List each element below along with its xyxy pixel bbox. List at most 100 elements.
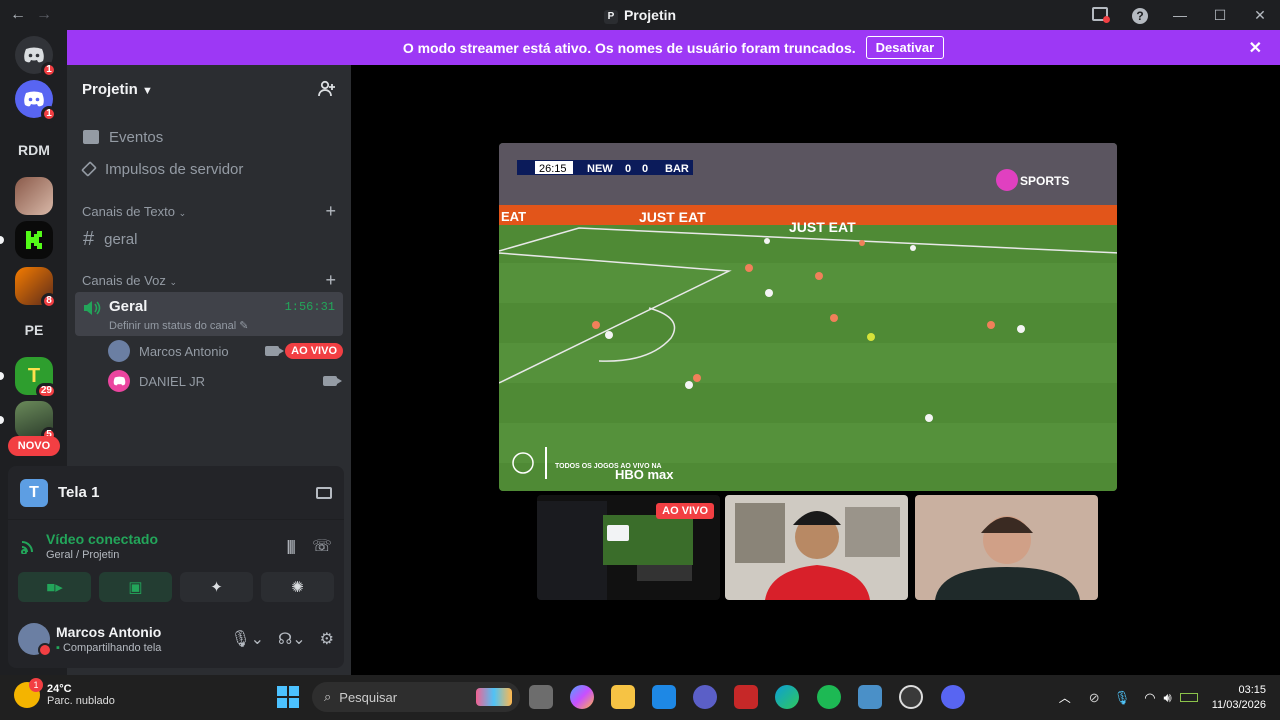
noise-suppression-icon[interactable]: |||| bbox=[286, 538, 295, 555]
server-icon-discord[interactable]: 1 bbox=[15, 80, 57, 122]
voice-user-marcos[interactable]: Marcos Antonio AO VIVO bbox=[67, 336, 351, 366]
close-icon[interactable]: ✕ bbox=[1249, 38, 1262, 58]
football-broadcast-image: JUST EAT JUST EAT EAT 26:15 NEW 0 0 BAR … bbox=[499, 143, 1117, 491]
chevron-down-icon: ⌄ bbox=[178, 207, 187, 218]
start-button[interactable] bbox=[276, 685, 300, 709]
voice-channel-geral[interactable]: Geral 1:56:31 Definir um status do canal… bbox=[75, 292, 343, 336]
voice-user-daniel[interactable]: DANIEL JR bbox=[67, 366, 351, 396]
file-explorer-icon[interactable] bbox=[611, 685, 635, 709]
screen-share-button[interactable]: ▣ bbox=[99, 572, 172, 602]
server-icon-game[interactable]: 8 bbox=[15, 267, 57, 309]
home-team: NEW bbox=[587, 163, 613, 175]
chrome-icon[interactable] bbox=[899, 685, 923, 709]
voice-user-name: DANIEL JR bbox=[139, 373, 205, 389]
voice-channels-category[interactable]: Canais de Voz ⌄ + bbox=[67, 268, 351, 292]
mcafee-icon[interactable] bbox=[734, 685, 758, 709]
connection-channel: Geral / Projetin bbox=[46, 549, 120, 561]
channel-geral[interactable]: # geral bbox=[67, 223, 351, 255]
task-view-icon[interactable] bbox=[529, 685, 553, 709]
maximize-button[interactable]: ☐ bbox=[1200, 7, 1240, 24]
kick-logo-icon bbox=[26, 231, 42, 249]
streamer-mode-banner: O modo streamer está ativo. Os nomes de … bbox=[67, 30, 1280, 65]
battery-icon[interactable] bbox=[1179, 693, 1198, 702]
voice-timer: 1:56:31 bbox=[284, 300, 335, 314]
screen-share-stream[interactable]: JUST EAT JUST EAT EAT 26:15 NEW 0 0 BAR … bbox=[499, 143, 1117, 491]
chevron-up-icon[interactable]: ︿ bbox=[1059, 689, 1071, 706]
title-bar: ← → P Projetin ? — ☐ ✕ bbox=[0, 0, 1280, 30]
volume-icon[interactable]: 🔊︎ bbox=[1164, 690, 1172, 706]
server-icon-photo[interactable] bbox=[15, 177, 53, 215]
camera-icon bbox=[323, 376, 342, 386]
webcam-tile-1[interactable] bbox=[725, 495, 908, 600]
windows-logo-icon bbox=[277, 686, 299, 708]
spotify-icon[interactable] bbox=[817, 685, 841, 709]
disconnect-icon[interactable]: ☏ bbox=[312, 536, 332, 556]
screen-title: Tela 1 bbox=[58, 484, 100, 501]
disable-streamer-button[interactable]: Desativar bbox=[865, 36, 945, 59]
server-icon-photo-2[interactable]: 5 bbox=[15, 401, 57, 443]
live-badge: AO VIVO bbox=[285, 343, 343, 359]
hash-icon: # bbox=[83, 227, 95, 250]
ad-board-text-short: EAT bbox=[501, 209, 526, 224]
screen-share-header: T Tela 1 bbox=[8, 466, 344, 520]
guild-header[interactable]: Projetin ▼ bbox=[67, 65, 351, 113]
screen-status-icon: ▪ bbox=[56, 642, 60, 654]
server-icon-rdm[interactable]: RDM bbox=[15, 131, 53, 169]
microphone-icon[interactable]: 🎙︎ bbox=[1114, 690, 1131, 706]
wifi-icon[interactable]: ◠ bbox=[1144, 690, 1155, 706]
microphone-icon[interactable]: 🎙︎⌄ bbox=[230, 629, 264, 649]
stream-preview-tile[interactable]: AO VIVO bbox=[537, 495, 720, 600]
pencil-icon[interactable]: ✎ bbox=[239, 320, 248, 332]
add-channel-icon[interactable]: + bbox=[325, 201, 336, 222]
close-button[interactable]: ✕ bbox=[1240, 7, 1280, 24]
user-controls: 🎙︎⌄ ☊⌄ ⚙ bbox=[230, 629, 334, 649]
weather-widget[interactable]: 1 24°C Parc. nublado bbox=[14, 678, 115, 708]
discord-logo-icon bbox=[24, 91, 44, 107]
live-badge: AO VIVO bbox=[656, 503, 714, 519]
guild-name: Projetin bbox=[82, 80, 138, 98]
minimize-button[interactable]: — bbox=[1160, 7, 1200, 23]
boosts-item[interactable]: Impulsos de servidor bbox=[67, 153, 351, 185]
invite-user-icon[interactable] bbox=[318, 80, 336, 98]
soundboard-button[interactable]: ✺ bbox=[261, 572, 334, 602]
new-servers-badge: NOVO bbox=[8, 436, 60, 456]
user-avatar[interactable] bbox=[18, 623, 52, 657]
time: 03:15 bbox=[1238, 683, 1266, 696]
webcam-person-image bbox=[725, 495, 908, 600]
boost-icon bbox=[81, 161, 97, 177]
webcam-tile-2[interactable] bbox=[915, 495, 1098, 600]
copilot-icon[interactable] bbox=[570, 685, 594, 709]
camera-button[interactable]: ■▸ bbox=[18, 572, 91, 602]
store-icon[interactable] bbox=[652, 685, 676, 709]
taskbar-search[interactable]: ⌕ Pesquisar bbox=[312, 682, 520, 712]
clock[interactable]: 03:15 11/03/2026 bbox=[1212, 683, 1266, 713]
add-channel-icon[interactable]: + bbox=[325, 270, 336, 291]
text-channels-category[interactable]: Canais de Texto ⌄ + bbox=[67, 199, 351, 223]
soundboard-icon: ✺ bbox=[291, 579, 304, 596]
channel-status-placeholder: Definir um status do canal bbox=[109, 320, 237, 332]
discord-taskbar-icon[interactable] bbox=[941, 685, 965, 709]
channel-label: geral bbox=[104, 230, 138, 248]
help-button[interactable]: ? bbox=[1120, 7, 1160, 24]
remote-desktop-icon[interactable] bbox=[858, 685, 882, 709]
server-icon-pe[interactable]: PE bbox=[15, 311, 53, 349]
teams-icon[interactable] bbox=[693, 685, 717, 709]
camera-off-icon[interactable]: ⊘ bbox=[1089, 690, 1100, 706]
avatar bbox=[108, 340, 130, 362]
settings-gear-icon[interactable]: ⚙ bbox=[320, 629, 334, 649]
stop-share-icon[interactable] bbox=[316, 486, 332, 499]
inbox-icon bbox=[1092, 6, 1110, 23]
category-label: Canais de Voz bbox=[82, 272, 166, 288]
user-status: Compartilhando tela bbox=[62, 642, 162, 654]
events-item[interactable]: Eventos bbox=[67, 121, 351, 153]
activities-button[interactable]: ✦ bbox=[180, 572, 253, 602]
edge-icon[interactable] bbox=[775, 685, 799, 709]
signal-icon bbox=[21, 541, 33, 554]
inbox-button[interactable] bbox=[1080, 6, 1120, 24]
server-icon-kick[interactable] bbox=[15, 221, 53, 259]
direct-messages-button[interactable]: 1 bbox=[15, 36, 57, 78]
help-icon: ? bbox=[1132, 7, 1148, 24]
server-icon-t[interactable]: T 29 bbox=[15, 357, 57, 399]
events-label: Eventos bbox=[109, 128, 164, 146]
headset-icon[interactable]: ☊⌄ bbox=[278, 629, 306, 649]
